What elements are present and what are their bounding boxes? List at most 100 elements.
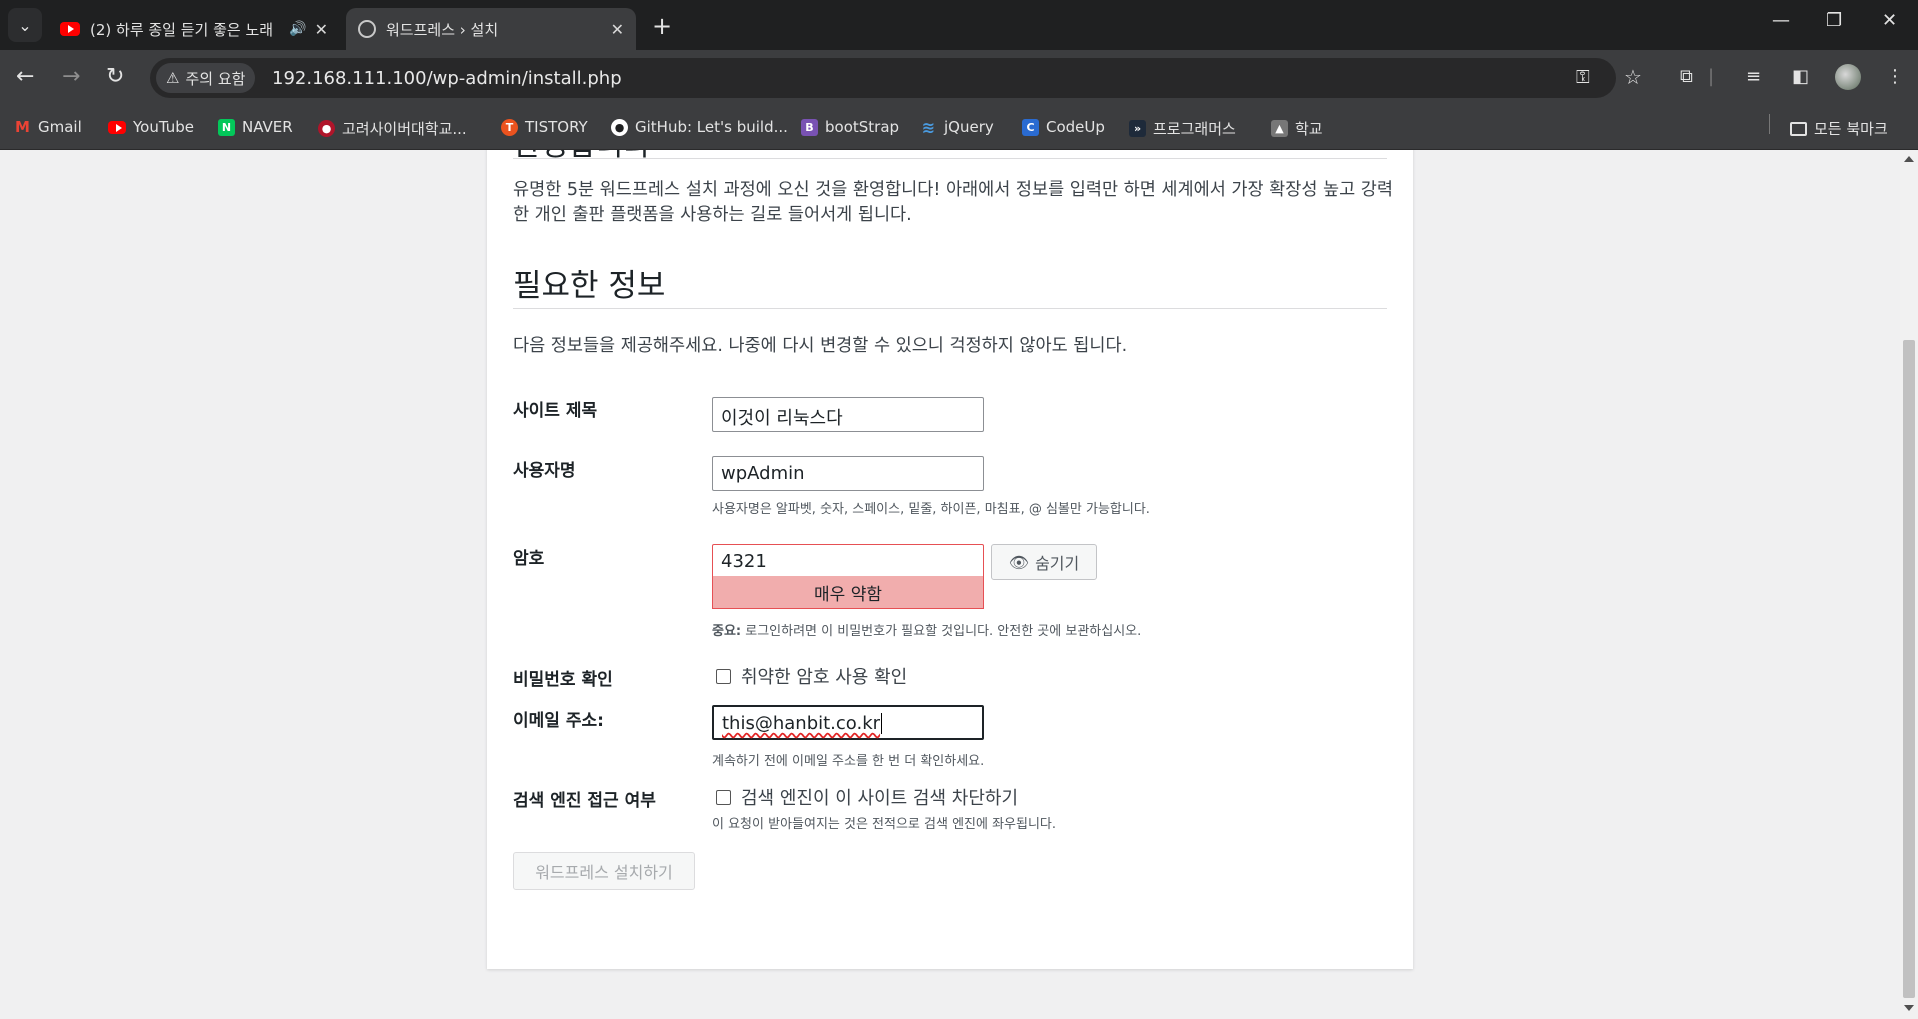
password-hint-important: 중요: (712, 624, 742, 639)
window-close-icon[interactable]: ✕ (1882, 10, 1897, 31)
chevron-down-icon: ⌄ (18, 15, 32, 35)
bookmark-label: Gmail (38, 118, 82, 136)
password-key-icon[interactable]: ⚿ (1576, 67, 1590, 88)
hide-password-button[interactable]: 👁 숨기기 (991, 544, 1097, 580)
install-wordpress-button[interactable]: 워드프레스 설치하기 (513, 852, 695, 890)
site-title-input[interactable]: 이것이 리눅스다 (712, 397, 984, 432)
tab-strip: ⌄ (2) 하루 종일 듣기 좋은 노래 🔊 ✕ 워드프레스 › 설치 ✕ + … (0, 0, 1918, 50)
welcome-text: 유명한 5분 워드프레스 설치 과정에 오신 것을 환영합니다! 아래에서 정보… (513, 180, 1393, 226)
university-icon: ● (318, 120, 335, 137)
security-chip-label: 주의 요함 (185, 69, 246, 88)
password-label: 암호 (513, 549, 545, 569)
address-bar[interactable]: ⚠ 주의 요함 192.168.111.100/wp-admin/install… (150, 58, 1642, 98)
bootstrap-icon: B (801, 118, 818, 136)
bookmark-school[interactable]: ▲ 학교 (1271, 118, 1323, 139)
search-engine-checkbox-label: 검색 엔진이 이 사이트 검색 차단하기 (741, 788, 1019, 809)
bookmark-label: jQuery (944, 118, 994, 136)
profile-avatar[interactable] (1835, 64, 1861, 90)
scroll-thumb[interactable] (1903, 340, 1915, 998)
confirm-weak-row[interactable]: 취약한 암호 사용 확인 (716, 663, 907, 689)
bookmark-github[interactable]: ● GitHub: Let's build... (611, 118, 788, 136)
security-warning-chip[interactable]: ⚠ 주의 요함 (156, 63, 256, 93)
speaker-icon[interactable]: 🔊 (289, 21, 306, 37)
scroll-down-arrow-icon[interactable] (1904, 1005, 1914, 1011)
tab-search-button[interactable]: ⌄ (8, 8, 42, 42)
bookmark-university[interactable]: ● 고려사이버대학교... (318, 118, 467, 139)
bookmark-codeup[interactable]: C CodeUp (1022, 118, 1105, 136)
search-engine-row[interactable]: 검색 엔진이 이 사이트 검색 차단하기 (716, 784, 1018, 810)
naver-icon: N (218, 118, 235, 136)
bookmark-label: bootStrap (825, 118, 900, 136)
heading-divider (513, 308, 1387, 309)
globe-icon (358, 20, 376, 38)
confirm-password-label: 비밀번호 확인 (513, 670, 613, 690)
search-engine-label: 검색 엔진 접근 여부 (513, 791, 656, 811)
eye-slash-icon: 👁 (1008, 552, 1030, 572)
bookmark-naver[interactable]: N NAVER (218, 118, 293, 136)
username-input[interactable]: wpAdmin (712, 456, 984, 491)
close-tab-icon[interactable]: ✕ (611, 20, 624, 39)
scroll-up-arrow-icon[interactable] (1904, 156, 1914, 162)
all-bookmarks[interactable]: 모든 북마크 (1790, 118, 1888, 139)
bookmark-label: YouTube (133, 118, 194, 136)
forward-arrow-icon[interactable]: → (62, 64, 80, 89)
jquery-icon: ≋ (921, 117, 936, 137)
github-icon: ● (611, 118, 628, 136)
url-text[interactable]: 192.168.111.100/wp-admin/install.php (272, 68, 622, 89)
star-bookmark-icon[interactable]: ☆ (1624, 65, 1642, 89)
heading-divider (513, 158, 1387, 159)
browser-toolbar: ← → ↻ ⚠ 주의 요함 192.168.111.100/wp-admin/i… (0, 50, 1918, 106)
tistory-icon: T (501, 118, 518, 136)
welcome-heading: 환영합니다 (513, 150, 651, 164)
bookmark-label: CodeUp (1046, 118, 1105, 136)
bookmark-label: TISTORY (525, 118, 588, 136)
close-tab-icon[interactable]: ✕ (315, 20, 328, 39)
bookmark-label: 고려사이버대학교... (342, 120, 467, 138)
email-value: this@hanbit.co.kr (722, 713, 881, 734)
page-scrollbar[interactable] (1900, 150, 1918, 1019)
codeup-icon: C (1022, 118, 1039, 136)
tab-title: 워드프레스 › 설치 (386, 20, 499, 39)
bookmark-label: GitHub: Let's build... (635, 118, 788, 136)
youtube-icon (108, 120, 126, 134)
all-bookmarks-label: 모든 북마크 (1814, 120, 1888, 138)
text-caret (881, 713, 883, 734)
extensions-icon[interactable]: ⧉ (1680, 66, 1693, 87)
new-tab-button[interactable]: + (652, 12, 672, 40)
site-title-label: 사이트 제목 (513, 401, 598, 421)
tab-youtube[interactable]: (2) 하루 종일 듣기 좋은 노래 🔊 ✕ (48, 8, 340, 50)
password-hint: 중요: 로그인하려면 이 비밀번호가 필요할 것입니다. 안전한 곳에 보관하십… (712, 620, 1141, 639)
password-input[interactable]: 4321 (712, 544, 984, 579)
bookmark-youtube[interactable]: YouTube (108, 118, 194, 136)
bookmark-programmers[interactable]: » 프로그래머스 (1129, 118, 1236, 139)
email-label: 이메일 주소: (513, 711, 604, 731)
bookmark-jquery[interactable]: ≋ jQuery (920, 117, 994, 137)
back-arrow-icon[interactable]: ← (16, 64, 34, 89)
restore-icon[interactable]: ❐ (1826, 10, 1842, 31)
bookmark-bootstrap[interactable]: B bootStrap (801, 118, 899, 136)
media-control-icon[interactable]: ≡ (1746, 66, 1761, 87)
reload-icon[interactable]: ↻ (106, 64, 124, 89)
username-label: 사용자명 (513, 461, 576, 481)
bookmark-gmail[interactable]: M Gmail (14, 118, 82, 136)
password-hint-text: 로그인하려면 이 비밀번호가 필요할 것입니다. 안전한 곳에 보관하십시오. (741, 624, 1142, 639)
confirm-weak-checkbox[interactable] (716, 668, 731, 684)
email-hint: 계속하기 전에 이메일 주소를 한 번 더 확인하세요. (712, 754, 985, 769)
page-viewport: 환영합니다 유명한 5분 워드프레스 설치 과정에 오신 것을 환영합니다! 아… (0, 150, 1900, 1019)
search-engine-hint: 이 요청이 받아들여지는 것은 전적으로 검색 엔진에 좌우됩니다. (712, 817, 1057, 832)
email-input[interactable]: this@hanbit.co.kr (712, 705, 984, 740)
youtube-icon (60, 22, 80, 36)
tab-wordpress-install[interactable]: 워드프레스 › 설치 ✕ (346, 8, 636, 50)
gmail-icon: M (15, 118, 30, 136)
side-panel-icon[interactable]: ◧ (1792, 66, 1809, 87)
search-engine-checkbox[interactable] (716, 789, 731, 805)
programmers-icon: » (1129, 120, 1146, 137)
bookmark-tistory[interactable]: T TISTORY (501, 118, 588, 136)
install-form-card: 환영합니다 유명한 5분 워드프레스 설치 과정에 오신 것을 환영합니다! 아… (487, 150, 1413, 969)
minimize-icon[interactable]: — (1772, 10, 1790, 31)
bookmark-label: NAVER (242, 118, 293, 136)
school-icon: ▲ (1271, 120, 1288, 137)
bookmarks-divider (1769, 114, 1770, 134)
menu-kebab-icon[interactable]: ⋮ (1886, 66, 1904, 87)
hide-button-label: 숨기기 (1035, 554, 1080, 573)
